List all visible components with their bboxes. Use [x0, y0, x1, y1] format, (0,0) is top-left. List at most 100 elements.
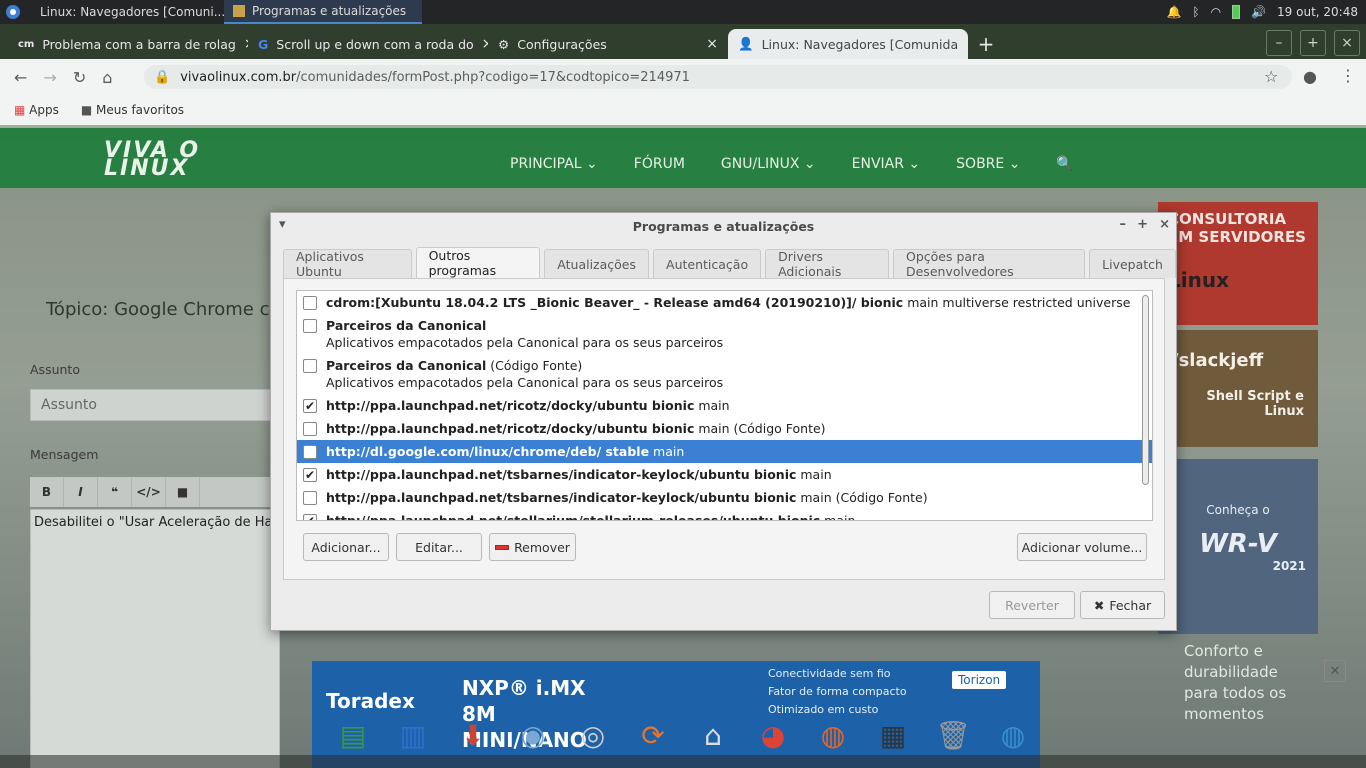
- close-icon[interactable]: ×: [1159, 217, 1170, 232]
- source-enabled-checkbox[interactable]: [303, 445, 317, 459]
- subject-input[interactable]: Assunto: [30, 389, 280, 421]
- source-enabled-checkbox[interactable]: [303, 422, 317, 436]
- nav-forum[interactable]: FÓRUM: [634, 156, 685, 172]
- source-enabled-checkbox[interactable]: [303, 296, 317, 310]
- source-row[interactable]: Parceiros da Canonical (Código Fonte) Apl…: [297, 354, 1152, 394]
- add-button[interactable]: Adicionar...: [303, 533, 389, 561]
- battery-icon[interactable]: [1232, 5, 1241, 19]
- italic-button[interactable]: I: [64, 477, 98, 507]
- source-row[interactable]: ✔ http://ppa.launchpad.net/ricotz/docky/u…: [297, 394, 1152, 417]
- trash-icon[interactable]: 🗑: [930, 712, 976, 758]
- scrollbar[interactable]: [1142, 295, 1149, 485]
- source-row[interactable]: cdrom:[Xubuntu 18.04.2 LTS _Bionic Beave…: [297, 291, 1152, 314]
- close-tab-icon[interactable]: ×: [706, 36, 718, 52]
- ad-text: Linux: [1168, 268, 1229, 292]
- site-logo[interactable]: VIVA O LINUX: [104, 140, 200, 180]
- taskbar-item-browser[interactable]: Linux: Navegadores [Comuni...: [26, 0, 224, 24]
- source-enabled-checkbox[interactable]: [303, 359, 317, 373]
- home-icon[interactable]: ⌂: [102, 68, 112, 87]
- source-row[interactable]: http://dl.google.com/linux/chrome/deb/ s…: [297, 440, 1152, 463]
- calculator-icon[interactable]: ▦: [870, 712, 916, 758]
- search-icon[interactable]: 🔍: [1056, 156, 1073, 172]
- ad-features: Conectividade sem fio Fator de forma comp…: [768, 665, 907, 719]
- tab-livepatch[interactable]: Livepatch: [1089, 249, 1176, 278]
- taskbar-item-software[interactable]: Programas e atualizações: [224, 0, 422, 24]
- tab-updates[interactable]: Atualizações: [544, 249, 650, 278]
- close-window-button[interactable]: ×: [1334, 30, 1360, 56]
- gear-icon: ⚙: [498, 36, 510, 52]
- chrome-icon[interactable]: ◕: [750, 712, 796, 758]
- spreadsheet-icon[interactable]: ▤: [330, 712, 376, 758]
- ad-wrv[interactable]: Conheça o WR-V 2021: [1158, 459, 1318, 634]
- tab-ubuntu-software[interactable]: Aplicativos Ubuntu: [283, 249, 412, 279]
- quote-button[interactable]: ❝: [98, 477, 132, 507]
- clock[interactable]: 19 out, 20:48: [1277, 5, 1358, 19]
- source-enabled-checkbox[interactable]: ✔: [303, 468, 317, 482]
- home-folder-icon[interactable]: ⌂: [690, 712, 736, 758]
- reload-icon[interactable]: ↻: [73, 68, 86, 87]
- message-textarea[interactable]: Desabilitei o "Usar Aceleração de Hard: [30, 509, 280, 768]
- code-button[interactable]: </>: [132, 477, 166, 507]
- menu-kebab-icon[interactable]: ⋮: [1340, 66, 1356, 85]
- bluetooth-icon[interactable]: ᛒ: [1192, 5, 1199, 19]
- tab-authentication[interactable]: Autenticação: [653, 249, 762, 278]
- minimize-icon[interactable]: –: [1120, 217, 1127, 232]
- notification-bell-icon[interactable]: 🔔: [1166, 5, 1181, 19]
- horizontal-scrollbar[interactable]: [0, 755, 1366, 768]
- source-enabled-checkbox[interactable]: ✔: [303, 399, 317, 413]
- profile-avatar-icon[interactable]: ●: [1303, 67, 1317, 86]
- minimize-window-button[interactable]: –: [1266, 30, 1292, 56]
- firefox-icon[interactable]: ◍: [810, 712, 856, 758]
- back-icon[interactable]: ←: [14, 68, 27, 87]
- source-row[interactable]: http://ppa.launchpad.net/tsbarnes/indica…: [297, 486, 1152, 509]
- close-tab-icon[interactable]: ×: [966, 36, 968, 52]
- source-enabled-checkbox[interactable]: ✔: [303, 514, 317, 520]
- forward-icon[interactable]: →: [43, 68, 56, 87]
- tab-additional-drivers[interactable]: Drivers Adicionais: [765, 249, 889, 279]
- tab-developer-options[interactable]: Opções para Desenvolvedores: [892, 249, 1086, 279]
- nav-principal[interactable]: PRINCIPAL ⌄: [510, 156, 598, 172]
- add-volume-button[interactable]: Adicionar volume...: [1017, 533, 1147, 561]
- source-row[interactable]: Parceiros da Canonical Aplicativos empaco…: [297, 314, 1152, 354]
- bookmark-favorites[interactable]: ■ Meus favoritos: [81, 103, 184, 117]
- ad-conforto[interactable]: Conforto e durabilidade para todos os mo…: [1158, 637, 1318, 768]
- maximize-window-button[interactable]: +: [1300, 30, 1326, 56]
- nav-gnu-linux[interactable]: GNU/LINUX ⌄: [721, 156, 816, 172]
- ad-close-icon[interactable]: ✕: [1324, 660, 1346, 682]
- source-row[interactable]: http://ppa.launchpad.net/ricotz/docky/ub…: [297, 417, 1152, 440]
- browser-tab[interactable]: G Scroll up e down com a roda do ×: [248, 29, 488, 59]
- source-enabled-checkbox[interactable]: [303, 491, 317, 505]
- network-icon[interactable]: ◍: [990, 712, 1036, 758]
- ad-slackjeff[interactable]: /slackjeff Shell Script e Linux: [1158, 330, 1318, 447]
- source-row[interactable]: ✔ http://ppa.launchpad.net/stellarium/ste…: [297, 509, 1152, 520]
- wifi-icon[interactable]: ◠: [1211, 5, 1221, 19]
- remove-button[interactable]: Remover: [489, 533, 576, 561]
- nav-sobre[interactable]: SOBRE ⌄: [956, 156, 1020, 172]
- nav-enviar[interactable]: ENVIAR ⌄: [852, 156, 921, 172]
- bold-button[interactable]: B: [30, 477, 64, 507]
- installer-icon[interactable]: ⬇: [450, 712, 496, 758]
- disc-icon[interactable]: ◎: [570, 712, 616, 758]
- address-bar[interactable]: 🔒 vivaolinux.com.br/comunidades/formPost…: [144, 65, 1292, 89]
- source-enabled-checkbox[interactable]: [303, 319, 317, 333]
- bookmark-apps[interactable]: ▦ Apps: [14, 103, 59, 117]
- browser-tab[interactable]: ⚙ Configurações ×: [488, 29, 728, 59]
- ad-consultoria[interactable]: CONSULTORIA EM SERVIDORES Linux: [1158, 202, 1318, 325]
- volume-icon[interactable]: 🔊: [1251, 5, 1266, 19]
- software-center-icon[interactable]: ◉: [510, 712, 556, 758]
- maximize-icon[interactable]: +: [1137, 217, 1148, 232]
- close-button[interactable]: ✖ Fechar: [1080, 591, 1165, 619]
- source-row[interactable]: ✔ http://ppa.launchpad.net/tsbarnes/indic…: [297, 463, 1152, 486]
- whisker-menu-icon[interactable]: [0, 0, 26, 24]
- update-icon[interactable]: ⟳: [630, 712, 676, 758]
- edit-button[interactable]: Editar...: [396, 533, 482, 561]
- video-button[interactable]: ■: [166, 477, 200, 507]
- browser-tab-active[interactable]: 👤 Linux: Navegadores [Comunida ×: [728, 29, 968, 59]
- document-icon[interactable]: ▥: [390, 712, 436, 758]
- new-tab-button[interactable]: +: [968, 29, 1004, 59]
- window-menu-icon[interactable]: ▾: [279, 217, 286, 232]
- browser-tab[interactable]: cmProblema com a barra de rolag×: [8, 29, 248, 59]
- tab-other-software[interactable]: Outros programas: [415, 247, 541, 278]
- bookmark-star-icon[interactable]: ☆: [1264, 67, 1278, 86]
- revert-button[interactable]: Reverter: [989, 591, 1075, 619]
